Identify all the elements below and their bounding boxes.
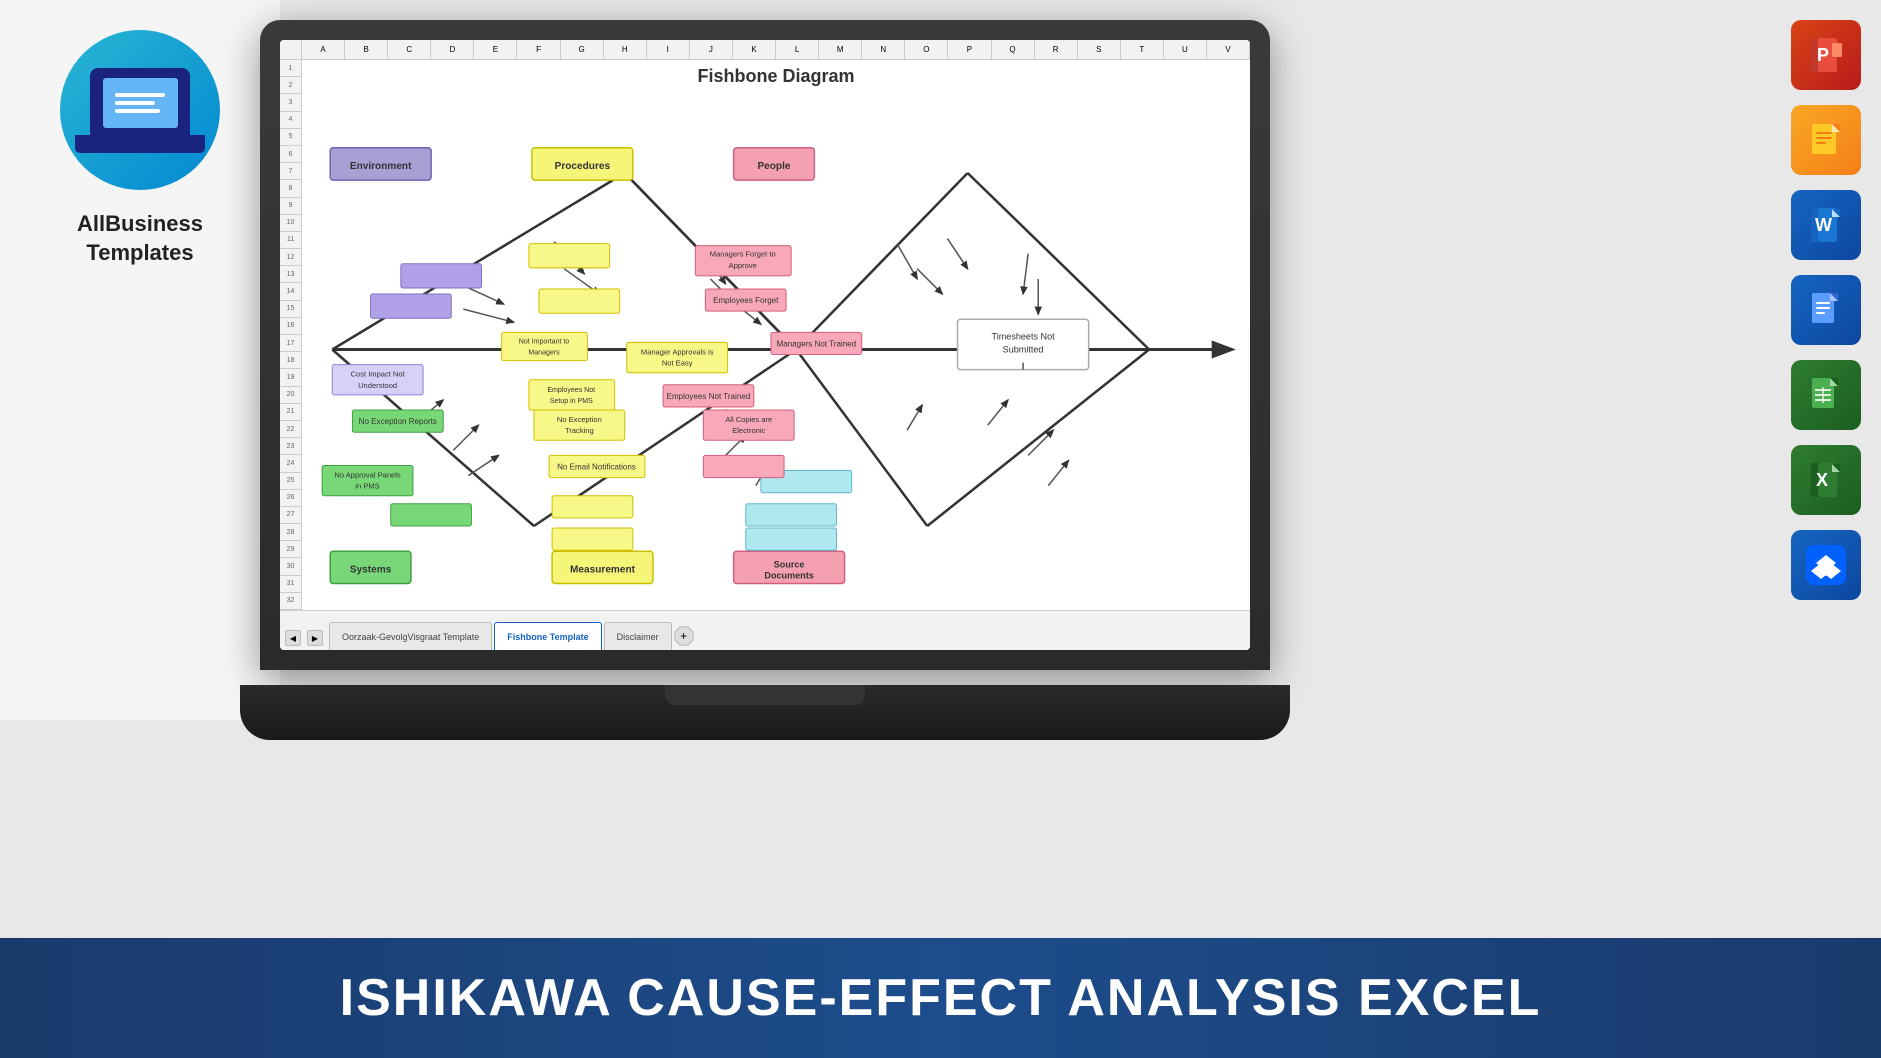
svg-text:Setup in PMS: Setup in PMS — [550, 398, 593, 405]
tab-oorzaak[interactable]: Oorzaak-GevolgVisgraat Template — [329, 622, 492, 650]
svg-text:Managers Forget to: Managers Forget to — [710, 250, 776, 259]
laptop-base — [240, 685, 1290, 740]
col-s: S — [1078, 40, 1121, 59]
fishbone-svg: Environment Procedures People Systems Me… — [302, 92, 1250, 607]
svg-text:Employees Forget: Employees Forget — [713, 296, 779, 305]
svg-text:Timesheets Not: Timesheets Not — [992, 331, 1056, 341]
svg-text:P: P — [1817, 45, 1829, 65]
google-sheets-icon[interactable] — [1791, 360, 1861, 430]
svg-text:W: W — [1815, 215, 1832, 235]
svg-text:Tracking: Tracking — [565, 426, 594, 435]
col-j: J — [690, 40, 733, 59]
svg-text:Managers Not Trained: Managers Not Trained — [777, 339, 857, 348]
column-headers: A B C D E F G H I J K L M N O — [302, 40, 1250, 59]
svg-text:Not Easy: Not Easy — [662, 359, 693, 368]
banner-text: ISHIKAWA CAUSE-EFFECT ANALYSIS EXCEL — [340, 968, 1542, 1028]
col-t: T — [1121, 40, 1164, 59]
svg-text:in PMS: in PMS — [355, 482, 379, 491]
svg-text:Procedures: Procedures — [555, 161, 611, 172]
col-q: Q — [992, 40, 1035, 59]
logo-circle — [60, 30, 220, 190]
left-sidebar: AllBusiness Templates — [0, 0, 280, 720]
col-k: K — [733, 40, 776, 59]
col-p: P — [948, 40, 991, 59]
svg-text:Managers: Managers — [528, 350, 560, 357]
row-numbers: 1 2 3 4 5 6 7 8 9 10 11 12 13 14 15 16 1 — [280, 60, 302, 610]
svg-text:Systems: Systems — [350, 564, 392, 575]
tab-nav-prev[interactable]: ◀ — [285, 630, 301, 646]
svg-text:Measurement: Measurement — [570, 564, 636, 575]
col-m: M — [819, 40, 862, 59]
brand-name: AllBusiness Templates — [77, 210, 203, 267]
svg-text:Understood: Understood — [358, 381, 397, 390]
svg-text:Not Important to: Not Important to — [519, 338, 570, 345]
logo-laptop — [90, 68, 190, 138]
right-sidebar: P W — [1791, 20, 1861, 600]
row-num-header — [280, 40, 302, 59]
svg-text:X: X — [1816, 470, 1828, 490]
svg-text:No Exception Reports: No Exception Reports — [359, 417, 437, 426]
excel-screen: A B C D E F G H I J K L M N O — [280, 40, 1250, 650]
svg-text:Source: Source — [774, 559, 805, 569]
svg-text:Electronic: Electronic — [732, 426, 765, 435]
bottom-banner: ISHIKAWA CAUSE-EFFECT ANALYSIS EXCEL — [0, 938, 1881, 1058]
svg-text:Environment: Environment — [350, 161, 412, 172]
svg-text:Cost Impact Not: Cost Impact Not — [351, 370, 406, 379]
svg-text:Submitted: Submitted — [1003, 345, 1044, 355]
google-docs-icon[interactable] — [1791, 275, 1861, 345]
svg-text:Documents: Documents — [764, 570, 813, 580]
col-g: G — [561, 40, 604, 59]
col-n: N — [862, 40, 905, 59]
diagram-area: Fishbone Diagram — [302, 60, 1250, 610]
tab-add-button[interactable]: + — [674, 626, 694, 646]
word-icon[interactable]: W — [1791, 190, 1861, 260]
col-r: R — [1035, 40, 1078, 59]
google-slides-icon[interactable] — [1791, 105, 1861, 175]
col-c: C — [388, 40, 431, 59]
col-d: D — [431, 40, 474, 59]
excel-tabs: ◀ ▶ Oorzaak-GevolgVisgraat Template Fish… — [280, 610, 1250, 650]
col-u: U — [1164, 40, 1207, 59]
svg-text:No Email Notifications: No Email Notifications — [557, 463, 636, 472]
laptop: A B C D E F G H I J K L M N O — [240, 20, 1290, 740]
laptop-screen: A B C D E F G H I J K L M N O — [280, 40, 1250, 650]
diagram-title: Fishbone Diagram — [302, 60, 1250, 92]
dropbox-icon[interactable] — [1791, 530, 1861, 600]
excel-app-icon[interactable]: X — [1791, 445, 1861, 515]
col-h: H — [604, 40, 647, 59]
svg-text:Approve: Approve — [729, 261, 757, 270]
svg-text:Employees Not Trained: Employees Not Trained — [667, 392, 751, 401]
svg-text:No Exception: No Exception — [557, 415, 602, 424]
svg-text:Manager Approvals is: Manager Approvals is — [641, 348, 714, 357]
col-a: A — [302, 40, 345, 59]
tab-fishbone[interactable]: Fishbone Template — [494, 622, 601, 650]
laptop-body: A B C D E F G H I J K L M N O — [260, 20, 1270, 670]
powerpoint-icon[interactable]: P — [1791, 20, 1861, 90]
col-i: I — [647, 40, 690, 59]
svg-text:People: People — [757, 161, 790, 172]
tab-disclaimer[interactable]: Disclaimer — [604, 622, 672, 650]
col-v: V — [1207, 40, 1250, 59]
svg-text:All Copies are: All Copies are — [725, 415, 772, 424]
svg-text:Employees Not: Employees Not — [547, 387, 595, 394]
col-f: F — [517, 40, 560, 59]
svg-text:No Approval Panels: No Approval Panels — [334, 471, 401, 480]
tab-nav-next[interactable]: ▶ — [307, 630, 323, 646]
col-e: E — [474, 40, 517, 59]
col-l: L — [776, 40, 819, 59]
col-o: O — [905, 40, 948, 59]
col-b: B — [345, 40, 388, 59]
